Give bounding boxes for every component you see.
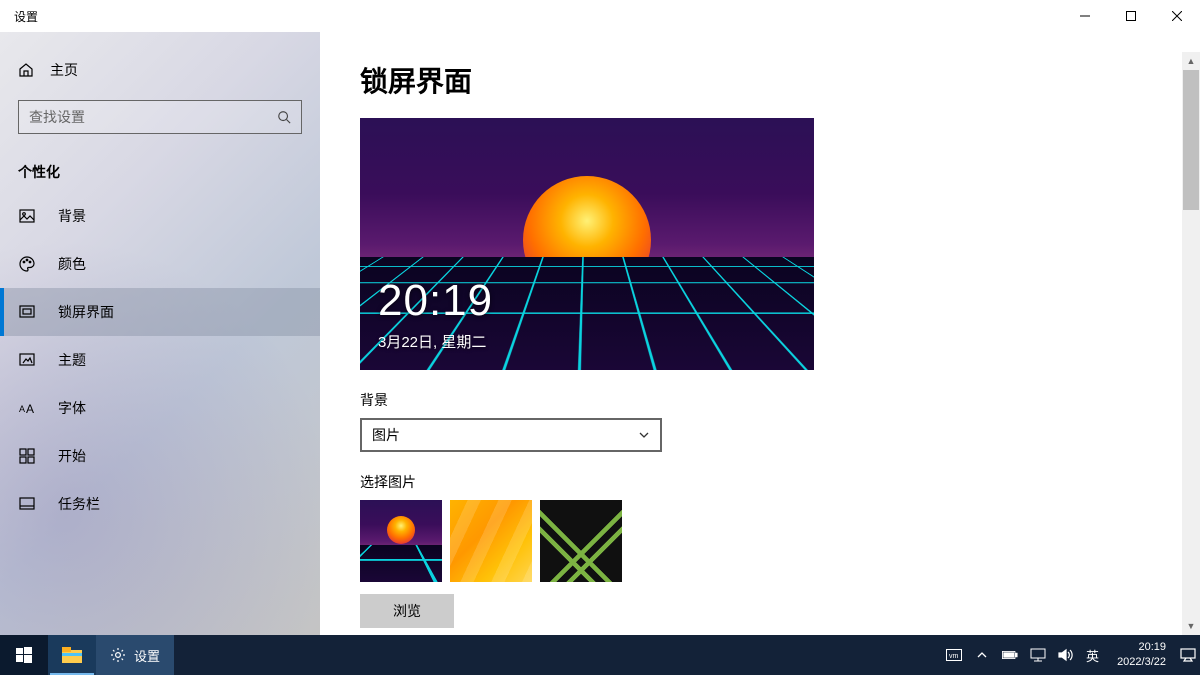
sidebar-item-themes[interactable]: 主题 (0, 336, 320, 384)
image-thumb-1[interactable] (360, 500, 442, 582)
start-button[interactable] (0, 635, 48, 675)
home-label: 主页 (50, 60, 78, 80)
tray-battery-icon[interactable] (1002, 647, 1018, 663)
sidebar-item-taskbar[interactable]: 任务栏 (0, 480, 320, 528)
sidebar-item-start[interactable]: 开始 (0, 432, 320, 480)
tray-volume-icon[interactable] (1058, 647, 1074, 663)
background-dropdown[interactable]: 图片 (360, 418, 662, 452)
tray-network-icon[interactable] (1030, 647, 1046, 663)
sidebar-item-fonts[interactable]: AA 字体 (0, 384, 320, 432)
maximize-button[interactable] (1108, 0, 1154, 32)
tray-ime-label[interactable]: 英 (1086, 646, 1099, 665)
content-pane: 锁屏界面 20:19 3月22日, 星期二 背景 图片 选择图片 (320, 32, 1200, 635)
scrollbar[interactable]: ▲ ▼ (1182, 52, 1200, 635)
sidebar-item-lockscreen[interactable]: 锁屏界面 (0, 288, 320, 336)
choose-image-label: 选择图片 (360, 472, 1160, 492)
taskbar-app-label: 设置 (134, 646, 160, 665)
taskbar-clock[interactable]: 20:19 2022/3/22 (1107, 635, 1176, 675)
chevron-down-icon (638, 429, 650, 441)
search-icon (277, 110, 291, 124)
close-button[interactable] (1154, 0, 1200, 32)
taskbar-date: 2022/3/22 (1117, 655, 1166, 670)
dropdown-value: 图片 (372, 425, 400, 445)
sidebar-item-label: 任务栏 (58, 494, 100, 514)
sidebar-item-label: 锁屏界面 (58, 302, 114, 322)
taskbar-icon (18, 495, 36, 513)
search-box[interactable] (18, 100, 302, 134)
home-link[interactable]: 主页 (0, 50, 320, 90)
picture-icon (18, 207, 36, 225)
theme-icon (18, 351, 36, 369)
svg-text:A: A (26, 402, 34, 416)
palette-icon (18, 255, 36, 273)
gear-icon (110, 647, 126, 663)
action-center-button[interactable] (1176, 635, 1200, 675)
scroll-thumb[interactable] (1183, 70, 1199, 210)
sidebar-item-label: 颜色 (58, 254, 86, 274)
scroll-up-icon[interactable]: ▲ (1182, 52, 1200, 70)
taskbar: 设置 vm 英 20:19 2022/3/22 (0, 635, 1200, 675)
page-title: 锁屏界面 (360, 60, 1160, 100)
sidebar-item-label: 开始 (58, 446, 86, 466)
image-thumb-2[interactable] (450, 500, 532, 582)
image-thumb-3[interactable] (540, 500, 622, 582)
lockscreen-preview: 20:19 3月22日, 星期二 (360, 118, 814, 370)
start-icon (18, 447, 36, 465)
scroll-down-icon[interactable]: ▼ (1182, 617, 1200, 635)
sidebar-item-colors[interactable]: 颜色 (0, 240, 320, 288)
lockscreen-icon (18, 303, 36, 321)
settings-window: 设置 主页 个性化 (0, 0, 1200, 635)
background-section-label: 背景 (360, 390, 1160, 410)
image-thumbs (360, 500, 1160, 582)
home-icon (18, 62, 34, 78)
titlebar: 设置 (0, 0, 1200, 32)
svg-text:vm: vm (949, 653, 959, 660)
svg-text:A: A (19, 404, 25, 414)
sidebar-item-label: 字体 (58, 398, 86, 418)
sidebar: 主页 个性化 背景 颜色 锁屏界面 (0, 32, 320, 635)
preview-date: 3月22日, 星期二 (378, 331, 486, 352)
font-icon: AA (18, 399, 36, 417)
system-tray: vm 英 (938, 635, 1107, 675)
window-title: 设置 (14, 8, 38, 25)
preview-time: 20:19 (378, 276, 493, 326)
tray-vm-icon[interactable]: vm (946, 647, 962, 663)
minimize-button[interactable] (1062, 0, 1108, 32)
sidebar-item-label: 背景 (58, 206, 86, 226)
tray-chevron-up-icon[interactable] (974, 647, 990, 663)
sidebar-section-label: 个性化 (0, 138, 320, 192)
sidebar-item-label: 主题 (58, 350, 86, 370)
browse-button[interactable]: 浏览 (360, 594, 454, 628)
taskbar-time: 20:19 (1138, 640, 1166, 655)
taskbar-settings-app[interactable]: 设置 (96, 635, 174, 675)
search-input[interactable] (29, 109, 277, 125)
sidebar-item-background[interactable]: 背景 (0, 192, 320, 240)
taskbar-explorer[interactable] (48, 635, 96, 675)
